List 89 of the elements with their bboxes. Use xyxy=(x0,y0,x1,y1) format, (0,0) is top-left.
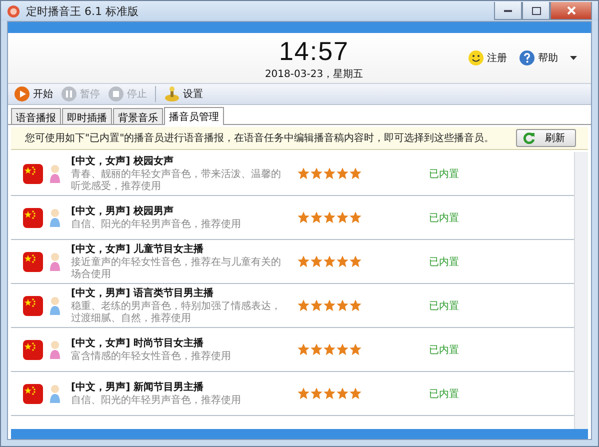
caret-icon[interactable] xyxy=(570,56,577,60)
star-icon xyxy=(323,255,336,268)
pause-icon xyxy=(61,86,77,102)
voice-status: 已内置 xyxy=(428,344,460,356)
info-text: 您可使用如下"已内置"的播音员进行语音播报，在语音任务中编辑播音稿内容时，即可选择到这些播音员。 xyxy=(25,132,496,145)
voice-description: 富含情感的年轻女性音色，推荐使用 xyxy=(71,350,232,364)
voice-row[interactable]: [中文，女声] 校园女声 青春、靓丽的年轻女声音色，带来活泼、温馨的听觉感受，推荐使用 已内置 xyxy=(11,152,574,196)
voice-description: 稳重、老练的男声音色，特别加强了情感表达，过渡细腻、自然，推荐使用 xyxy=(71,300,282,326)
star-icon xyxy=(297,343,310,356)
voice-description: 接近童声的年轻女性音色，推荐在与儿童有关的场合使用 xyxy=(71,256,282,282)
star-icon xyxy=(323,387,336,400)
voice-title: [中文，男声] 语言类节目男主播 xyxy=(71,286,215,300)
tab[interactable]: 背景音乐 xyxy=(113,108,163,124)
settings-icon xyxy=(164,86,180,102)
star-icon xyxy=(349,255,362,268)
refresh-icon xyxy=(523,132,535,144)
window-title: 定时播音王 6.1 标准版 xyxy=(26,4,138,18)
voice-title: [中文，男声] 新闻节目男主播 xyxy=(71,380,205,394)
flag-icon xyxy=(23,296,43,316)
star-icon xyxy=(297,255,310,268)
star-icon xyxy=(310,211,323,224)
voice-status: 已内置 xyxy=(428,388,460,400)
voice-row[interactable]: [中文，女声] 时尚节目女主播 富含情感的年轻女性音色，推荐使用 已内置 xyxy=(11,328,574,372)
voice-description: 自信、阳光的年轻男声音色，推荐使用 xyxy=(71,394,242,408)
star-icon xyxy=(336,387,349,400)
toolbar-button[interactable]: 设置 xyxy=(164,86,203,102)
flag-icon xyxy=(23,208,43,228)
scrollbar[interactable] xyxy=(574,152,588,429)
voice-description: 自信、阳光的年轻男声音色，推荐使用 xyxy=(71,218,242,232)
maximize-button[interactable] xyxy=(522,2,550,20)
close-icon xyxy=(566,6,576,15)
star-icon xyxy=(310,387,323,400)
star-icon xyxy=(349,299,362,312)
minimize-button[interactable] xyxy=(494,2,522,20)
voice-status: 已内置 xyxy=(428,212,460,224)
app-icon xyxy=(7,4,20,18)
star-icon xyxy=(323,211,336,224)
stop-icon xyxy=(108,86,124,102)
star-icon xyxy=(336,255,349,268)
star-icon xyxy=(297,167,310,180)
toolbar-button[interactable]: 开始 xyxy=(14,86,53,102)
tab[interactable]: 语音播报 xyxy=(11,108,61,124)
voice-title: [中文，男声] 校园男声 xyxy=(71,204,175,218)
star-icon xyxy=(310,167,323,180)
voice-status: 已内置 xyxy=(428,256,460,268)
voice-row[interactable]: [中文，男声] 语言类节目男主播 稳重、老练的男声音色，特别加强了情感表达，过渡细腻、自然，推荐使用 已内置 xyxy=(11,284,574,328)
star-icon xyxy=(310,343,323,356)
star-icon xyxy=(297,211,310,224)
smiley-icon xyxy=(468,50,484,66)
star-icon xyxy=(336,299,349,312)
voice-title: [中文，女声] 校园女声 xyxy=(71,154,175,168)
header-link[interactable]: 帮助 xyxy=(519,50,558,66)
clock-time: 14:57 xyxy=(278,36,350,66)
voice-row[interactable]: [中文，男声] 新闻节目男主播 自信、阳光的年轻男声音色，推荐使用 已内置 xyxy=(11,372,574,416)
tab[interactable]: 即时插播 xyxy=(62,108,112,124)
star-icon xyxy=(349,387,362,400)
voice-description: 青春、靓丽的年轻女声音色，带来活泼、温馨的听觉感受，推荐使用 xyxy=(71,168,282,194)
star-icon xyxy=(336,343,349,356)
play-icon xyxy=(14,86,30,102)
maximize-icon xyxy=(532,6,540,14)
flag-icon xyxy=(23,340,43,360)
star-icon xyxy=(297,299,310,312)
flag-icon xyxy=(23,252,43,272)
flag-icon xyxy=(23,384,43,404)
star-icon xyxy=(349,343,362,356)
voice-title: [中文，女声] 儿童节目女主播 xyxy=(71,242,205,256)
star-icon xyxy=(323,343,336,356)
flag-icon xyxy=(23,164,43,184)
star-icon xyxy=(310,299,323,312)
star-icon xyxy=(310,255,323,268)
voice-row[interactable]: [中文，女声] 儿童节目女主播 接近童声的年轻女性音色，推荐在与儿童有关的场合使用 已内置 xyxy=(11,240,574,284)
header-link[interactable]: 注册 xyxy=(468,50,507,66)
star-icon xyxy=(349,167,362,180)
star-icon xyxy=(323,167,336,180)
star-icon xyxy=(297,387,310,400)
clock-date: 2018-03-23，星期五 xyxy=(264,68,364,80)
star-icon xyxy=(323,299,336,312)
voice-status: 已内置 xyxy=(428,300,460,312)
minimize-icon xyxy=(504,10,512,12)
help-icon xyxy=(519,50,535,66)
star-icon xyxy=(349,211,362,224)
star-icon xyxy=(336,167,349,180)
refresh-button[interactable]: 刷新 xyxy=(516,129,576,147)
voice-status: 已内置 xyxy=(428,168,460,180)
voice-title: [中文，女声] 时尚节目女主播 xyxy=(71,336,205,350)
star-icon xyxy=(336,211,349,224)
tab[interactable]: 播音员管理 xyxy=(164,107,224,125)
close-button[interactable] xyxy=(550,2,592,20)
voice-row[interactable]: [中文，男声] 校园男声 自信、阳光的年轻男声音色，推荐使用 已内置 xyxy=(11,196,574,240)
